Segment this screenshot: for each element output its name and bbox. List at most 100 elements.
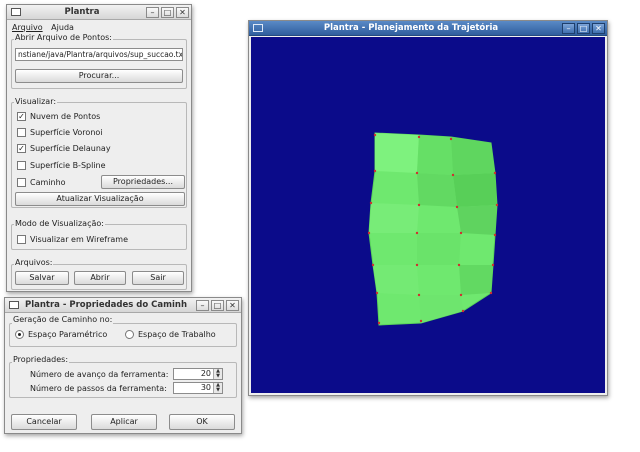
checkbox-label-voronoi: Superfície Voronoi [30, 128, 103, 137]
main-window: Plantra – □ ✕ Arquivo Ajuda Abrir Arquiv… [6, 4, 192, 292]
properties-window: Plantra - Propriedades do Caminho – □ ✕ … [4, 297, 242, 434]
tool-advance-value: 20 [200, 369, 211, 378]
surface-point [375, 291, 379, 295]
surface-point [417, 135, 421, 139]
open-button[interactable]: Abrir [74, 271, 126, 285]
tool-advance-label: Número de avanço da ferramenta: [30, 370, 169, 379]
spinner-arrows-icon[interactable]: ▲ ▼ [213, 369, 222, 379]
checkbox-nuvem-de-pontos[interactable]: ✓ [17, 112, 26, 121]
surface-point [451, 173, 455, 177]
surface-facet [373, 265, 419, 295]
window-menu-icon[interactable] [11, 8, 21, 16]
surface-point [491, 263, 495, 267]
surface-facet [417, 173, 457, 207]
tool-steps-spinner[interactable]: 30 ▲ ▼ [173, 382, 223, 394]
checkbox-superficie-delaunay[interactable]: ✓ [17, 144, 26, 153]
save-button[interactable]: Salvar [15, 271, 69, 285]
surface-point [415, 231, 419, 235]
surface-point [455, 205, 459, 209]
visualize-group-label: Visualizar: [14, 97, 58, 106]
surface-point [369, 201, 373, 205]
properties-window-title: Plantra - Propriedades do Caminho [25, 300, 187, 310]
tool-steps-label: Número de passos da ferramenta: [30, 384, 167, 393]
checkbox-label-caminho: Caminho [30, 178, 66, 187]
spinner-arrows-icon[interactable]: ▲ ▼ [213, 383, 222, 393]
minimize-button[interactable]: – [196, 300, 209, 311]
3d-viewport[interactable] [251, 37, 605, 393]
apply-button[interactable]: Aplicar [91, 414, 157, 430]
surface-point [457, 263, 461, 267]
surface-point [495, 203, 499, 207]
checkbox-superficie-bspline[interactable] [17, 161, 26, 170]
close-button[interactable]: ✕ [176, 7, 189, 18]
maximize-button[interactable]: □ [161, 7, 174, 18]
tool-steps-value: 30 [200, 383, 211, 392]
open-file-group-label: Abrir Arquivo de Pontos: [14, 33, 113, 42]
surface-facet [369, 203, 419, 233]
surface-facet [451, 137, 495, 175]
browse-button[interactable]: Procurar... [15, 69, 183, 83]
close-button[interactable]: ✕ [226, 300, 239, 311]
cancel-button[interactable]: Cancelar [11, 414, 77, 430]
properties-titlebar[interactable]: Plantra - Propriedades do Caminho – □ ✕ [5, 298, 241, 313]
surface-point [449, 137, 453, 141]
minimize-button[interactable]: – [146, 7, 159, 18]
window-menu-icon[interactable] [9, 301, 19, 309]
update-view-button[interactable]: Atualizar Visualização [15, 192, 185, 206]
surface-point [493, 171, 497, 175]
surface-point [377, 321, 381, 325]
surface-point [417, 203, 421, 207]
checkbox-label-delaunay: Superfície Delaunay [30, 144, 111, 153]
surface-point [371, 263, 375, 267]
surface-point [461, 309, 465, 313]
surface-facet [417, 233, 461, 265]
file-path-input[interactable]: nstiane/java/Plantra/arquivos/sup_succao… [15, 48, 183, 61]
delaunay-surface [367, 132, 499, 326]
main-titlebar[interactable]: Plantra – □ ✕ [7, 5, 191, 20]
checkbox-superficie-voronoi[interactable] [17, 128, 26, 137]
files-group-label: Arquivos: [14, 258, 54, 267]
radio-espaco-parametrico[interactable] [15, 330, 24, 339]
tool-advance-spinner[interactable]: 20 ▲ ▼ [173, 368, 223, 380]
main-window-title: Plantra [64, 7, 100, 17]
surface-point [415, 263, 419, 267]
surface-facet [453, 173, 497, 207]
maximize-button[interactable]: □ [577, 23, 590, 34]
surface-point [419, 319, 423, 323]
surface-facet [417, 135, 453, 175]
checkbox-label-nuvem: Nuvem de Pontos [30, 112, 101, 121]
radio-label-trabalho: Espaço de Trabalho [138, 330, 216, 339]
view-mode-group-label: Modo de Visualização: [14, 219, 105, 228]
viewer-window: Plantra - Planejamento da Trajetória – □… [248, 20, 608, 396]
surface-facet [375, 133, 419, 173]
surface-mesh [368, 132, 498, 326]
checkbox-caminho[interactable] [17, 178, 26, 187]
path-generation-group-label: Geração de Caminho no: [12, 315, 114, 324]
ok-button[interactable]: OK [169, 414, 235, 430]
surface-point [373, 169, 377, 173]
surface-point [417, 293, 421, 297]
surface-point [489, 291, 493, 295]
surface-point [415, 171, 419, 175]
properties-group-label: Propriedades: [12, 355, 70, 364]
maximize-button[interactable]: □ [211, 300, 224, 311]
properties-button[interactable]: Propriedades... [101, 175, 185, 189]
checkbox-label-bspline: Superfície B-Spline [30, 161, 106, 170]
surface-facet [459, 265, 493, 295]
minimize-button[interactable]: – [562, 23, 575, 34]
radio-label-parametrico: Espaço Paramétrico [28, 330, 108, 339]
viewer-window-title: Plantra - Planejamento da Trajetória [323, 23, 499, 33]
radio-espaco-de-trabalho[interactable] [125, 330, 134, 339]
exit-button[interactable]: Sair [132, 271, 184, 285]
checkbox-label-wireframe: Visualizar em Wireframe [30, 235, 129, 244]
surface-point [367, 231, 371, 235]
surface-point [459, 293, 463, 297]
surface-facet [419, 295, 463, 323]
checkbox-wireframe[interactable] [17, 235, 26, 244]
close-button[interactable]: ✕ [592, 23, 605, 34]
surface-point [493, 233, 497, 237]
window-menu-icon[interactable] [253, 24, 263, 32]
surface-point [373, 133, 377, 137]
surface-facet [457, 205, 497, 235]
viewer-titlebar[interactable]: Plantra - Planejamento da Trajetória – □… [249, 21, 607, 36]
